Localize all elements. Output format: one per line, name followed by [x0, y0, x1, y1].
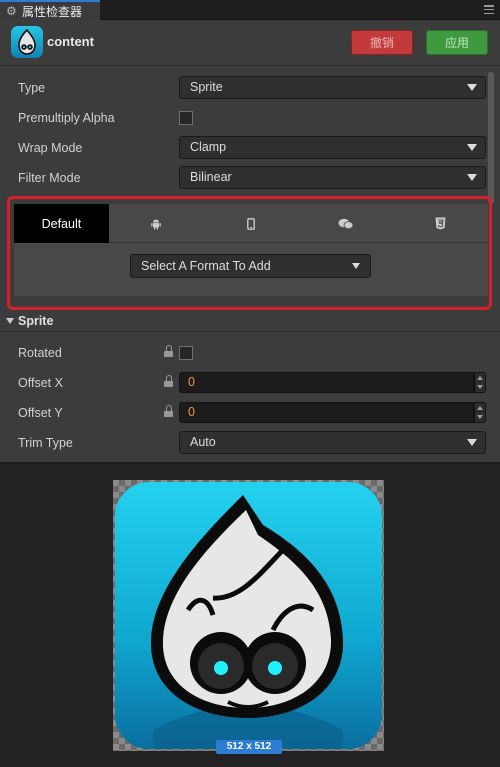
- sprite-section-title: Sprite: [18, 314, 54, 328]
- filter-row: Filter Mode Bilinear: [0, 164, 488, 192]
- type-label: Type: [18, 81, 46, 95]
- filter-label: Filter Mode: [18, 171, 81, 185]
- node-header: content 撤销 应用: [0, 20, 500, 66]
- apply-button[interactable]: 应用: [426, 30, 488, 55]
- texture-image: [115, 482, 382, 749]
- panel-tabbar: ⚙ 属性检查器: [0, 0, 500, 20]
- type-select[interactable]: Sprite: [179, 76, 486, 99]
- revert-button[interactable]: 撤销: [351, 30, 413, 55]
- offset-x-input[interactable]: 0: [179, 372, 474, 393]
- offset-x-label: Offset X: [18, 376, 63, 390]
- trim-select[interactable]: Auto: [179, 431, 486, 454]
- sprite-section-header[interactable]: Sprite: [0, 310, 500, 332]
- inspector-panel: content 撤销 应用 Type Sprite Premultiply Al…: [0, 20, 500, 462]
- texture-preview: 512 x 512: [0, 462, 500, 767]
- node-name: content: [47, 34, 94, 49]
- offset-x-row: Offset X 0: [0, 369, 488, 397]
- scrollbar[interactable]: [488, 72, 494, 204]
- panel-menu-icon[interactable]: [484, 5, 494, 14]
- wrap-row: Wrap Mode Clamp: [0, 134, 488, 162]
- tab-inspector-label: 属性检查器: [22, 4, 83, 19]
- type-value: Sprite: [190, 80, 223, 94]
- lock-icon: [164, 405, 173, 417]
- chevron-down-icon: [467, 439, 477, 446]
- offset-x-stepper[interactable]: [474, 372, 486, 393]
- rotated-checkbox[interactable]: [179, 346, 193, 360]
- rotated-label: Rotated: [18, 346, 62, 360]
- texture-size-badge: 512 x 512: [216, 740, 282, 754]
- premultiply-checkbox[interactable]: [179, 111, 193, 125]
- offset-y-stepper[interactable]: [474, 402, 486, 423]
- highlight-box: [7, 196, 492, 310]
- chevron-down-icon: [467, 174, 477, 181]
- filter-value: Bilinear: [190, 170, 232, 184]
- lock-icon: [164, 375, 173, 387]
- offset-y-label: Offset Y: [18, 406, 63, 420]
- collapse-triangle-icon: [6, 318, 14, 324]
- trim-row: Trim Type Auto: [0, 429, 488, 457]
- offset-y-row: Offset Y 0: [0, 399, 488, 427]
- tab-inspector[interactable]: ⚙ 属性检查器: [0, 0, 100, 20]
- offset-y-input[interactable]: 0: [179, 402, 474, 423]
- filter-select[interactable]: Bilinear: [179, 166, 486, 189]
- wrap-label: Wrap Mode: [18, 141, 83, 155]
- gear-icon: ⚙: [6, 4, 17, 18]
- chevron-down-icon: [467, 144, 477, 151]
- type-row: Type Sprite: [0, 74, 488, 102]
- rotated-row: Rotated: [0, 339, 488, 367]
- premultiply-row: Premultiply Alpha: [0, 104, 488, 132]
- premultiply-label: Premultiply Alpha: [18, 111, 115, 125]
- chevron-down-icon: [467, 84, 477, 91]
- trim-value: Auto: [190, 435, 216, 449]
- lock-icon: [164, 345, 173, 357]
- cocos-logo-icon: [11, 26, 43, 58]
- trim-label: Trim Type: [18, 436, 73, 450]
- wrap-select[interactable]: Clamp: [179, 136, 486, 159]
- wrap-value: Clamp: [190, 140, 227, 154]
